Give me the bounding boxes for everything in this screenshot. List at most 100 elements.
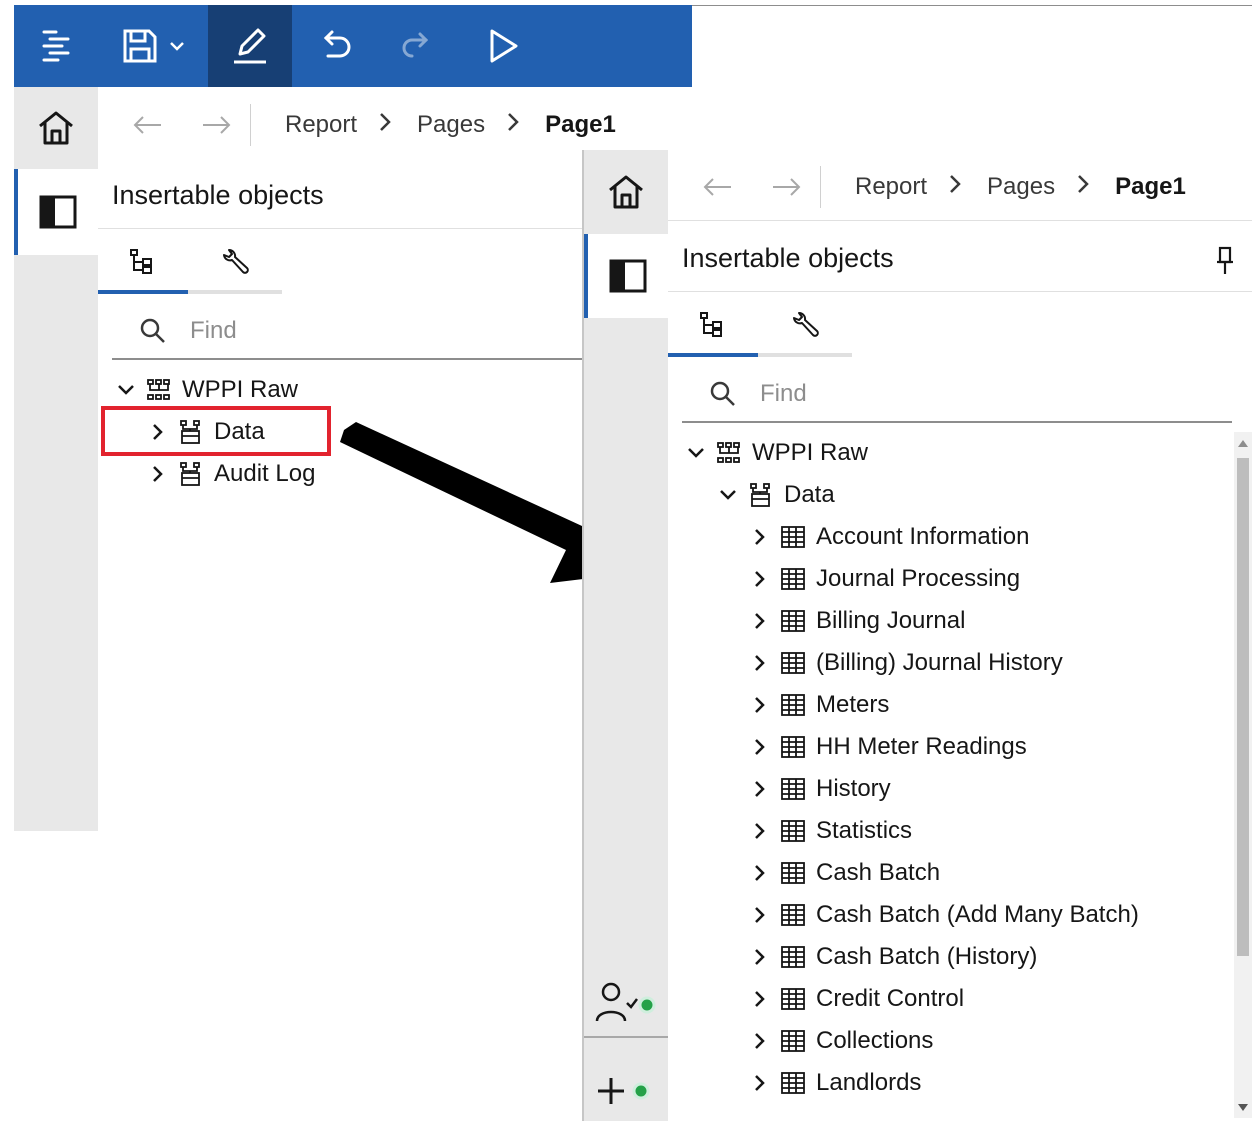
package-icon (142, 378, 176, 402)
active-tab-indicator (98, 290, 188, 294)
tree-node-table[interactable]: Cash Batch (Add Many Batch) (744, 895, 1139, 935)
chevron-right-icon[interactable] (142, 465, 174, 483)
chevron-right-icon[interactable] (744, 696, 776, 714)
tree-node-table[interactable]: History (744, 769, 891, 809)
tree-node-label: Collections (816, 1027, 934, 1054)
tree-node-table[interactable]: Statistics (744, 811, 912, 851)
breadcrumb-report[interactable]: Report (285, 111, 357, 139)
tree-node-table[interactable]: Account Information (744, 517, 1029, 557)
scroll-up-icon[interactable] (1237, 436, 1249, 450)
chevron-right-icon[interactable] (744, 990, 776, 1008)
table-icon (776, 904, 810, 926)
pin-icon (1217, 246, 1233, 274)
chevron-right-icon (949, 173, 961, 201)
table-icon (776, 652, 810, 674)
rail-divider (584, 1036, 668, 1038)
search-input[interactable]: Find (760, 380, 807, 408)
highlight-box (101, 406, 331, 456)
user-check-icon (595, 982, 656, 1022)
chevron-right-icon[interactable] (744, 570, 776, 588)
package-icon (712, 441, 746, 465)
tree-node-table[interactable]: Cash Batch (History) (744, 937, 1037, 977)
save-button[interactable] (98, 5, 208, 87)
run-icon (490, 29, 518, 63)
tree-node-table[interactable]: (Billing) Journal History (744, 643, 1063, 683)
tab-toolbox[interactable] (190, 230, 280, 294)
chevron-right-icon[interactable] (744, 1032, 776, 1050)
chevron-right-icon[interactable] (744, 780, 776, 798)
tree-node-table[interactable]: Billing Journal (744, 601, 965, 641)
chevron-right-icon[interactable] (744, 1074, 776, 1092)
search-underline (112, 358, 582, 360)
breadcrumb-pages[interactable]: Pages (417, 111, 485, 139)
breadcrumb-current-page: Page1 (1115, 173, 1186, 200)
tree-node-table[interactable]: HH Meter Readings (744, 727, 1027, 767)
scroll-down-icon[interactable] (1237, 1100, 1249, 1114)
add-button[interactable] (584, 1060, 668, 1120)
tree-node-root[interactable]: WPPI Raw (680, 433, 868, 473)
main-toolbar (14, 5, 692, 87)
chevron-right-icon[interactable] (744, 654, 776, 672)
user-status-button[interactable] (584, 968, 668, 1038)
tree-node-label: Credit Control (816, 985, 965, 1012)
search-input[interactable]: Find (190, 317, 237, 345)
panel-toggle-button[interactable] (584, 234, 668, 318)
home-button[interactable] (584, 150, 668, 234)
table-icon (776, 736, 810, 758)
chevron-right-icon[interactable] (744, 948, 776, 966)
tree-node-label: Cash Batch (816, 859, 941, 886)
tab-data-tree[interactable] (98, 230, 188, 294)
undo-icon (323, 30, 351, 58)
menu-icon (42, 30, 70, 62)
chevron-right-icon[interactable] (744, 906, 776, 924)
forward-arrow-icon[interactable] (182, 115, 250, 135)
redo-button[interactable] (376, 5, 460, 87)
search-field[interactable]: Find (686, 373, 807, 415)
tree-node-label: Data (784, 481, 835, 508)
side-rail (14, 87, 98, 831)
tree-node-audit-log[interactable]: Audit Log (142, 454, 315, 494)
chevron-right-icon[interactable] (744, 822, 776, 840)
run-button[interactable] (460, 5, 544, 87)
tree-node-table[interactable]: Landlords (744, 1063, 921, 1103)
edit-button[interactable] (208, 5, 292, 87)
search-icon (686, 381, 760, 407)
chevron-down-icon[interactable] (680, 447, 712, 459)
tree-node-table[interactable]: Collections (744, 1021, 933, 1061)
tab-indicator (758, 353, 852, 357)
tree-scrollbar[interactable] (1234, 432, 1252, 1118)
scrollbar-thumb[interactable] (1237, 458, 1249, 956)
home-button[interactable] (14, 87, 98, 169)
search-field[interactable]: Find (116, 310, 237, 352)
forward-arrow-icon[interactable] (752, 177, 820, 197)
chevron-down-icon[interactable] (110, 384, 142, 396)
tab-toolbox[interactable] (760, 293, 850, 357)
breadcrumb-pages[interactable]: Pages (987, 173, 1055, 201)
chevron-down-icon (170, 42, 184, 51)
undo-button[interactable] (292, 5, 376, 87)
back-arrow-icon[interactable] (114, 115, 182, 135)
tree-node-table[interactable]: Journal Processing (744, 559, 1020, 599)
wrench-icon (793, 311, 819, 337)
tree-node-table[interactable]: Cash Batch (744, 853, 940, 893)
chevron-right-icon[interactable] (744, 864, 776, 882)
panel-toggle-button[interactable] (14, 169, 98, 255)
menu-button[interactable] (14, 5, 98, 87)
table-icon (776, 988, 810, 1010)
tree-node-root[interactable]: WPPI Raw (110, 370, 298, 410)
chevron-right-icon[interactable] (744, 528, 776, 546)
chevron-right-icon[interactable] (744, 612, 776, 630)
back-arrow-icon[interactable] (684, 177, 752, 197)
tree-node-table[interactable]: Meters (744, 685, 889, 725)
tree-node-data[interactable]: Data (712, 475, 835, 515)
breadcrumb-report[interactable]: Report (855, 173, 927, 201)
tree-node-table[interactable]: Credit Control (744, 979, 964, 1019)
chevron-down-icon[interactable] (712, 489, 744, 501)
pin-button[interactable] (1210, 244, 1240, 278)
home-icon (609, 175, 643, 209)
tab-data-tree[interactable] (668, 293, 758, 357)
panel-divider (668, 291, 1252, 292)
chevron-right-icon[interactable] (744, 738, 776, 756)
tree-node-label: WPPI Raw (752, 439, 869, 466)
tree-node-label: Account Information (816, 523, 1030, 550)
